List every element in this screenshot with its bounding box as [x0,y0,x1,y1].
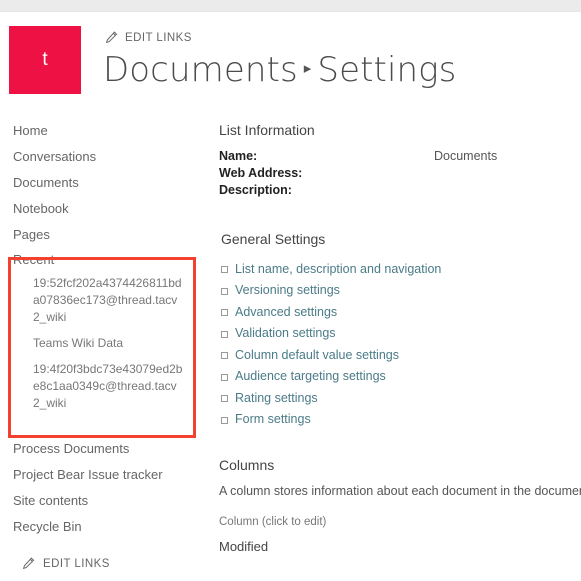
link-list-name-description-navigation[interactable]: List name, description and navigation [235,262,441,276]
square-bullet-icon [221,352,228,360]
sidebar-item-documents[interactable]: Documents [0,170,205,196]
square-bullet-icon [221,266,228,274]
list-item[interactable]: Validation settings [219,323,581,345]
breadcrumb-parent[interactable]: Documents [103,50,298,90]
sidebar-item-project-bear-issue-tracker[interactable]: Project Bear Issue tracker [0,462,205,488]
edit-links-top-label: EDIT LINKS [125,31,192,44]
sidebar-heading-recent[interactable]: Recent [0,248,205,272]
link-validation-settings[interactable]: Validation settings [235,326,336,340]
site-logo-tile[interactable]: t [9,26,81,94]
square-bullet-icon [221,309,228,317]
columns-table-header: Column (click to edit) [219,516,327,528]
square-bullet-icon [221,373,228,381]
edit-links-bottom-label: EDIT LINKS [43,557,110,570]
left-navigation: Home Conversations Documents Notebook Pa… [0,118,205,421]
info-value-name: Documents [434,149,498,163]
info-label-web-address: Web Address: [219,166,303,180]
general-settings-heading: General Settings [221,231,326,247]
list-information-table: Name: Documents Web Address: Description… [219,149,581,200]
link-rating-settings[interactable]: Rating settings [235,391,318,405]
breadcrumb-separator-icon: ▸ [303,58,312,77]
main-content: List Information Name: Documents Web Add… [219,122,581,554]
page-title: Settings [317,50,457,90]
table-row: Web Address: [219,166,581,183]
column-name-modified[interactable]: Modified [219,539,268,554]
columns-description: A column stores information about each d… [219,484,581,498]
columns-heading: Columns [219,457,275,473]
breadcrumb: Documents ▸ Settings [103,50,456,90]
general-settings-list: List name, description and navigation Ve… [219,258,581,430]
list-item[interactable]: Rating settings [219,387,581,409]
link-versioning-settings[interactable]: Versioning settings [235,283,340,297]
list-item[interactable]: Column default value settings [219,344,581,366]
square-bullet-icon [221,395,228,403]
sidebar-item-recycle-bin[interactable]: Recycle Bin [0,514,205,540]
sidebar-recent-item[interactable]: 19:4f20f3bdc73e43079ed2be8c1aa0349c@thre… [33,361,183,412]
link-advanced-settings[interactable]: Advanced settings [235,305,337,319]
pencil-icon [22,557,35,570]
sidebar-item-home[interactable]: Home [0,118,205,144]
pencil-icon [105,31,118,44]
list-item[interactable]: Versioning settings [219,280,581,302]
square-bullet-icon [221,416,228,424]
square-bullet-icon [221,330,228,338]
info-value-description [434,183,581,200]
info-label-name: Name: [219,149,258,163]
sidebar-item-conversations[interactable]: Conversations [0,144,205,170]
list-item[interactable]: Form settings [219,409,581,431]
link-form-settings[interactable]: Form settings [235,412,311,426]
info-label-description: Description: [219,183,292,197]
info-value-web-address [434,166,581,183]
list-item[interactable]: List name, description and navigation [219,258,581,280]
site-logo-letter: t [42,49,48,70]
sharepoint-settings-page: t EDIT LINKS Documents ▸ Settings Home Con… [0,0,581,581]
table-row[interactable]: Modified [219,539,581,554]
table-row: Description: [219,183,581,200]
suite-bar [0,0,581,12]
sidebar-item-site-contents[interactable]: Site contents [0,488,205,514]
sidebar-item-process-documents[interactable]: Process Documents [0,436,205,462]
list-information-heading: List Information [219,122,315,138]
link-audience-targeting-settings[interactable]: Audience targeting settings [235,369,386,383]
sidebar-recent-list: 19:52fcf202a4374426811bda07836ec173@thre… [0,272,205,412]
table-row: Name: Documents [219,149,581,166]
edit-links-top[interactable]: EDIT LINKS [105,31,192,44]
list-item[interactable]: Advanced settings [219,301,581,323]
sidebar-recent-item[interactable]: 19:52fcf202a4374426811bda07836ec173@thre… [33,275,183,326]
link-column-default-value-settings[interactable]: Column default value settings [235,348,399,362]
list-item[interactable]: Audience targeting settings [219,366,581,388]
sidebar-item-notebook[interactable]: Notebook [0,196,205,222]
square-bullet-icon [221,287,228,295]
sidebar-recent-item[interactable]: Teams Wiki Data [33,335,183,352]
sidebar-item-pages[interactable]: Pages [0,222,205,248]
left-navigation-bottom: Process Documents Project Bear Issue tra… [0,436,205,540]
edit-links-bottom[interactable]: EDIT LINKS [22,557,110,570]
